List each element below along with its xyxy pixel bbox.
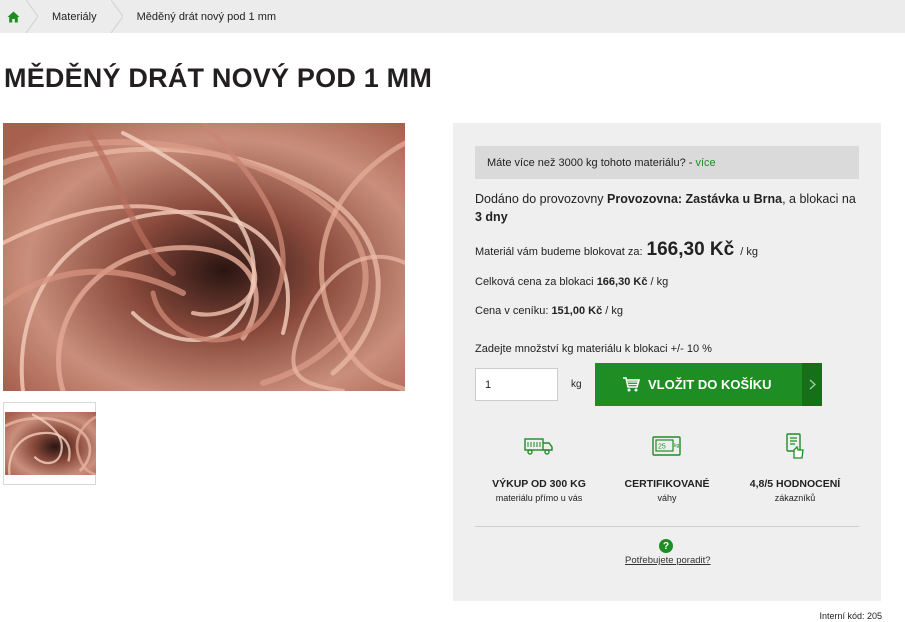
home-icon[interactable] xyxy=(0,0,26,33)
breadcrumb-item-materials[interactable]: Materiály xyxy=(38,11,111,23)
feature-title: 4,8/5 HODNOCENÍ xyxy=(749,478,841,490)
bulk-notice-text: Máte více než 3000 kg tohoto materiálu? … xyxy=(487,156,693,169)
order-panel: Máte více než 3000 kg tohoto materiálu? … xyxy=(453,123,881,601)
breadcrumb-item-current: Měděný drát nový pod 1 mm xyxy=(136,10,277,23)
page-title: MĚDĚNÝ DRÁT NOVÝ POD 1 MM xyxy=(4,63,433,93)
feature-item: VÝKUP OD 300 KG materiálu přímo u vás xyxy=(475,433,603,503)
block-price-unit: / kg xyxy=(740,246,758,258)
list-price-value: 151,00 Kč xyxy=(551,305,603,317)
internal-code: Interní kód: 205 xyxy=(819,611,882,621)
product-image[interactable] xyxy=(3,123,405,391)
total-price-unit: / kg xyxy=(650,276,669,288)
add-to-cart-button[interactable]: VLOŽIT DO KOŠÍKU xyxy=(595,363,802,406)
rating-icon xyxy=(731,433,859,459)
quantity-input[interactable] xyxy=(475,368,558,401)
total-price-row: Celková cena za blokaci 166,30 Kč / kg xyxy=(475,276,668,288)
feature-subtitle: váhy xyxy=(657,493,677,503)
delivery-place: Provozovna: Zastávka u Brna xyxy=(607,192,783,206)
divider xyxy=(475,526,859,527)
block-price-row: Materiál vám budeme blokovat za: 166,30 … xyxy=(475,239,758,261)
bulk-more-link[interactable]: více xyxy=(695,157,715,169)
list-price-unit: / kg xyxy=(605,305,623,317)
feature-item: 25 kg CERTIFIKOVANÉ váhy xyxy=(603,433,731,503)
help-link[interactable]: Potřebujete poradit? xyxy=(625,555,711,566)
feature-list: VÝKUP OD 300 KG materiálu přímo u vás 25… xyxy=(475,433,859,513)
quantity-unit: kg xyxy=(571,379,582,390)
svg-text:kg: kg xyxy=(674,443,680,449)
breadcrumb-separator xyxy=(26,0,38,33)
block-price-value: 166,30 Kč xyxy=(646,239,735,260)
delivery-mid: , a blokaci na xyxy=(782,192,856,206)
quantity-label: Zadejte množství kg materiálu k blokaci … xyxy=(475,343,712,355)
feature-subtitle: materiálu přímo u vás xyxy=(495,493,583,503)
block-price-label: Materiál vám budeme blokovat za: xyxy=(475,246,643,258)
list-price-row: Cena v ceníku: 151,00 Kč / kg xyxy=(475,305,623,317)
add-to-cart-label: VLOŽIT DO KOŠÍKU xyxy=(648,377,772,392)
chevron-right-icon xyxy=(809,379,816,390)
scale-icon: 25 kg xyxy=(603,433,731,459)
breadcrumb-separator xyxy=(110,0,123,33)
total-price-value: 166,30 Kč xyxy=(596,276,648,288)
breadcrumb: Materiály Měděný drát nový pod 1 mm xyxy=(0,0,905,33)
delivery-info: Dodáno do provozovny Provozovna: Zastávk… xyxy=(475,190,865,226)
svg-text:25: 25 xyxy=(658,444,666,451)
help-icon[interactable]: ? xyxy=(659,539,673,553)
cart-icon xyxy=(623,377,640,392)
delivery-days: 3 dny xyxy=(475,210,508,224)
add-to-cart-arrow[interactable] xyxy=(802,363,822,406)
list-price-label: Cena v ceníku: xyxy=(475,305,549,317)
truck-icon xyxy=(475,433,603,459)
feature-item: 4,8/5 HODNOCENÍ zákazníků xyxy=(731,433,859,503)
bulk-notice: Máte více než 3000 kg tohoto materiálu? … xyxy=(475,146,859,179)
product-thumbnail[interactable] xyxy=(3,402,96,485)
feature-title: CERTIFIKOVANÉ xyxy=(624,478,710,490)
total-price-label: Celková cena za blokaci xyxy=(475,276,594,288)
feature-subtitle: zákazníků xyxy=(774,493,816,503)
delivery-prefix: Dodáno do provozovny xyxy=(475,192,604,206)
feature-title: VÝKUP OD 300 KG xyxy=(492,478,586,490)
